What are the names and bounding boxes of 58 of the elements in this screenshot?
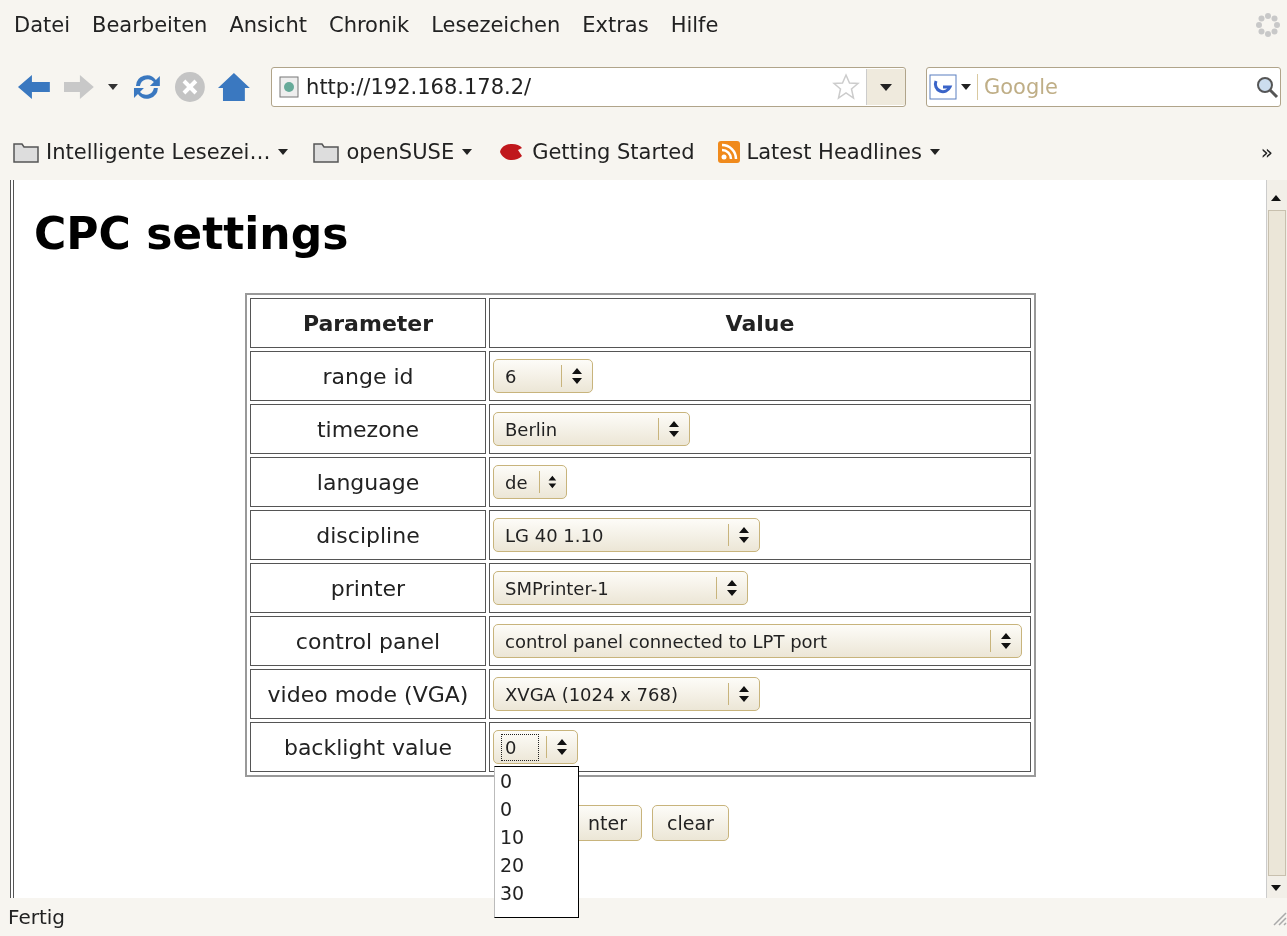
- menu-item[interactable]: Extras: [582, 13, 649, 37]
- spinner-arrows-icon: [999, 632, 1013, 650]
- back-icon[interactable]: [16, 72, 52, 102]
- feed-icon: [716, 140, 741, 164]
- bookmark-item[interactable]: Latest Headlines: [716, 140, 942, 164]
- parameter-cell: language: [250, 457, 486, 507]
- menu-item[interactable]: Chronik: [328, 13, 410, 37]
- spinner-arrows-icon: [737, 526, 751, 544]
- overflow-chevron[interactable]: »: [1260, 140, 1273, 164]
- parameter-cell: discipline: [250, 510, 486, 560]
- menu-item[interactable]: Bearbeiten: [92, 13, 208, 37]
- status-text: Fertig: [8, 905, 66, 929]
- select-dropdown[interactable]: XVGA (1024 x 768): [493, 677, 760, 711]
- folder-icon: [12, 140, 40, 164]
- spinner-arrows-icon: [667, 420, 681, 438]
- throbber-icon: [1255, 12, 1281, 38]
- spinner-arrows-icon: [555, 738, 569, 756]
- page-title: CPC settings: [34, 208, 350, 259]
- search-bar[interactable]: Google: [926, 67, 1281, 107]
- bookmark-item[interactable]: Intelligente Lesezei…: [12, 140, 291, 164]
- select-dropdown[interactable]: 6: [493, 359, 593, 393]
- parameter-cell: printer: [250, 563, 486, 613]
- page-icon: [278, 75, 301, 99]
- column-header: Value: [489, 298, 1031, 348]
- parameter-cell: timezone: [250, 404, 486, 454]
- spinner-arrows-icon: [547, 473, 558, 491]
- bookmark-item[interactable]: openSUSE: [312, 140, 475, 164]
- column-header: Parameter: [250, 298, 486, 348]
- menu-item[interactable]: Ansicht: [229, 13, 307, 37]
- dropdown-icon[interactable]: [866, 69, 905, 105]
- spinner-arrows-icon: [725, 579, 739, 597]
- dropdown-option[interactable]: 20: [495, 851, 578, 879]
- address-field[interactable]: http://192.168.178.2/: [271, 67, 906, 107]
- parameter-cell: range id: [250, 351, 486, 401]
- select-dropdown[interactable]: de: [493, 465, 567, 499]
- dropdown-option[interactable]: 30: [495, 879, 578, 907]
- spinner-arrows-icon: [737, 685, 751, 703]
- folder-icon: [312, 140, 341, 164]
- search-icon[interactable]: [1254, 74, 1280, 100]
- home-icon[interactable]: [217, 71, 252, 103]
- menu-item[interactable]: Hilfe: [670, 13, 719, 37]
- vertical-scrollbar[interactable]: [1266, 180, 1287, 898]
- select-dropdown[interactable]: SMPrinter-1: [493, 571, 748, 605]
- bookmark-item[interactable]: Getting Started: [496, 140, 695, 164]
- menu-item[interactable]: Lesezeichen: [431, 13, 561, 37]
- star-icon[interactable]: [832, 73, 860, 101]
- menu-item[interactable]: Datei: [14, 13, 71, 37]
- form-button[interactable]: clear: [652, 805, 729, 841]
- parameter-cell: backlight value: [250, 722, 486, 772]
- parameter-cell: control panel: [250, 616, 486, 666]
- dropdown-option[interactable]: 0: [495, 767, 578, 795]
- select-dropdown[interactable]: Berlin: [493, 412, 690, 446]
- select-dropdown[interactable]: LG 40 1.10: [493, 518, 760, 552]
- select-dropdown[interactable]: control panel connected to LPT port: [493, 624, 1022, 658]
- spinner-arrows-icon: [570, 367, 584, 385]
- caret-icon[interactable]: [105, 82, 120, 92]
- parameter-cell: video mode (VGA): [250, 669, 486, 719]
- scrollbar-thumb[interactable]: [1268, 210, 1286, 876]
